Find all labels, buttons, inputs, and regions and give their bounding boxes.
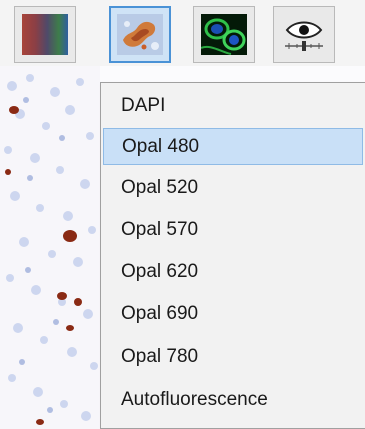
toolbar: [0, 0, 365, 66]
brightfield-view-button[interactable]: [109, 6, 171, 63]
spectrum-icon: [22, 14, 68, 55]
fluorescence-view-button[interactable]: [193, 6, 255, 63]
menu-item-opal-520[interactable]: Opal 520: [103, 169, 363, 206]
channel-dropdown-menu: DAPI Opal 480 Opal 520 Opal 570 Opal 620…: [100, 82, 365, 429]
menu-item-opal-690[interactable]: Opal 690: [103, 295, 363, 332]
menu-item-opal-570[interactable]: Opal 570: [103, 211, 363, 248]
menu-item-autofluorescence[interactable]: Autofluorescence: [103, 381, 363, 418]
menu-item-opal-620[interactable]: Opal 620: [103, 253, 363, 290]
brightfield-tissue-icon: [117, 14, 163, 55]
menu-item-dapi[interactable]: DAPI: [103, 87, 363, 124]
menu-item-opal-480[interactable]: Opal 480: [103, 128, 363, 165]
visibility-settings-button[interactable]: [273, 6, 335, 63]
eye-slider-icon: [281, 14, 327, 55]
spectrum-view-button[interactable]: [14, 6, 76, 63]
fluorescence-icon: [201, 14, 247, 55]
menu-item-opal-780[interactable]: Opal 780: [103, 338, 363, 375]
tissue-image: [0, 66, 100, 429]
